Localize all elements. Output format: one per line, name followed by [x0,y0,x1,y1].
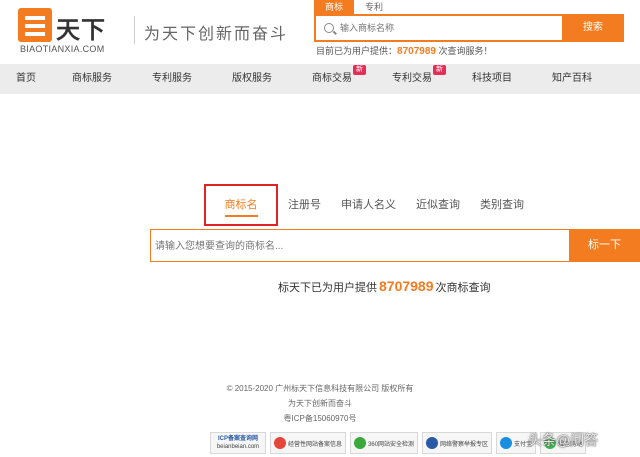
nav-item-trademark-service[interactable]: 商标服务 [52,64,132,94]
main-search-button[interactable]: 标一下 [569,229,640,262]
watermark: 头条@问答 [528,432,599,448]
header-search-button[interactable]: 搜索 [562,14,624,42]
nav-item-tech-project[interactable]: 科技项目 [452,64,532,94]
check-icon [354,437,367,449]
main-nav: 首页 商标服务 专利服务 版权服务 商标交易新 专利交易新 科技项目 知产百科 [0,64,640,94]
new-badge: 新 [433,65,446,75]
nav-item-patent-service[interactable]: 专利服务 [132,64,212,94]
alipay-icon [500,437,513,449]
tab-applicant-name[interactable]: 申请人名义 [331,184,406,226]
nav-item-patent-trade[interactable]: 专利交易新 [372,64,452,94]
main-search-box: 标一下 [150,229,640,262]
search-tab-trademark[interactable]: 商标 [314,0,354,14]
new-badge: 新 [353,65,366,75]
site-header: 天下 BIAOTIANXIA.COM 为天下创新而奋斗 商标 专利 搜索 目前已… [0,0,640,64]
query-stat: 标天下已为用户提供 8707989 次商标查询 [278,278,491,295]
nav-item-copyright-service[interactable]: 版权服务 [212,64,292,94]
logo-mark-icon [18,8,52,42]
logo-domain: BIAOTIANXIA.COM [20,44,105,54]
cyber-police-badge[interactable]: 网络警察举报专区 [422,432,493,454]
service-count-number: 8707989 [397,46,436,57]
footer-copyright: © 2015-2020 广州标天下信息科技有限公司 版权所有 [226,384,414,393]
query-type-tabs: 商标名 注册号 申请人名义 近似查询 类别查询 [204,184,534,226]
footer-icp[interactable]: 粤ICP备15060970号 [0,413,640,424]
logo-title: 天下 [56,17,106,44]
main-search-input[interactable] [155,237,555,255]
tab-registration-number[interactable]: 注册号 [278,184,331,226]
service-count-text: 目前已为用户提供：8707989 次查询服务！ [316,44,492,57]
police-icon [426,437,439,449]
header-search-box: 搜索 [314,14,624,42]
icp-badge[interactable]: ICP备案查询网 beianbeian.com [210,432,266,454]
business-site-badge[interactable]: 经营性网站备案信息 [270,432,347,454]
footer-slogan: 为天下创新而奋斗 [288,399,352,408]
tab-similar-query[interactable]: 近似查询 [406,184,470,226]
shield-icon [274,437,286,449]
search-tab-patent[interactable]: 专利 [354,0,394,14]
tab-class-query[interactable]: 类别查询 [470,184,534,226]
header-divider [134,16,135,44]
service-count-prefix: 目前已为用户提供： [316,46,398,56]
security-360-badge[interactable]: 360网站安全检测 [350,432,419,454]
search-type-tabs: 商标 专利 [314,0,394,14]
search-icon [324,23,334,33]
nav-item-ip-wiki[interactable]: 知产百科 [532,64,612,94]
stat-count: 8707989 [379,278,434,294]
header-slogan: 为天下创新而奋斗 [144,24,289,43]
tab-trademark-name[interactable]: 商标名 [204,184,278,226]
stat-suffix: 次商标查询 [435,282,491,294]
nav-item-trademark-trade[interactable]: 商标交易新 [292,64,372,94]
service-count-suffix: 次查询服务！ [435,46,493,56]
nav-item-home[interactable]: 首页 [0,64,52,94]
stat-prefix: 标天下已为用户提供 [278,282,377,294]
header-search-input[interactable] [340,19,560,37]
site-logo[interactable]: 天下 BIAOTIANXIA.COM [18,8,130,54]
